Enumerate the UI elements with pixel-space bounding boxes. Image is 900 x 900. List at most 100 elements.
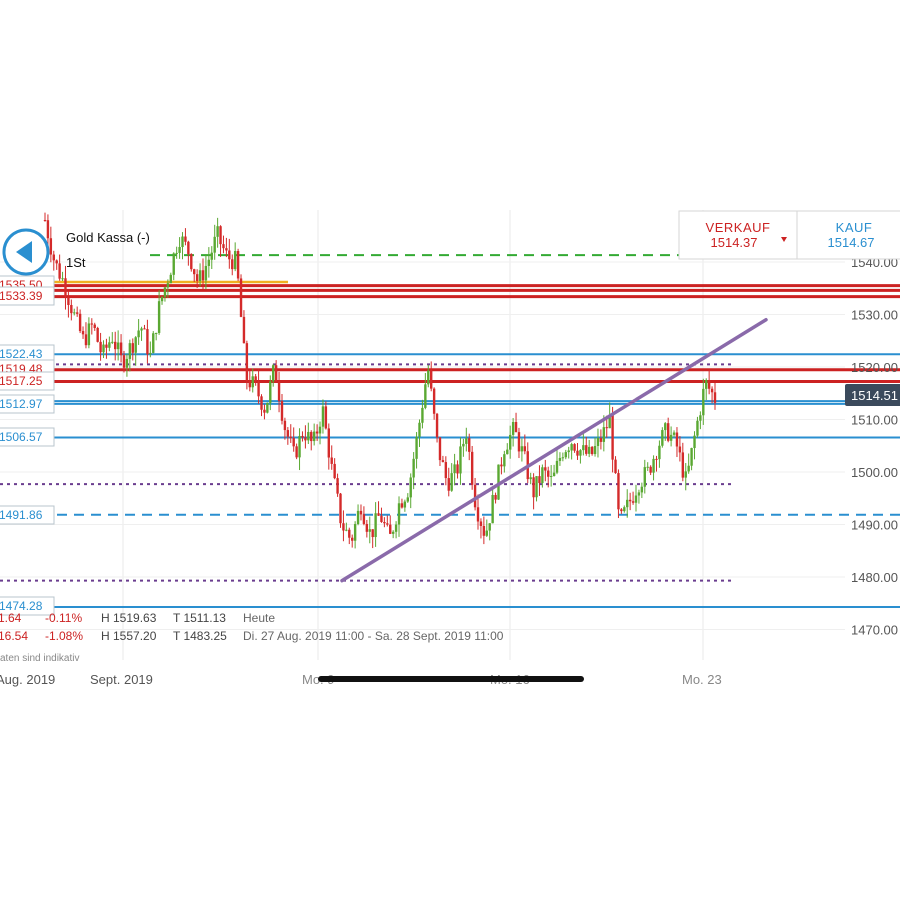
candle [661,427,663,447]
level-label: 1517.25 [0,372,54,390]
y-tick-label: 1490.00 [851,518,898,533]
candle [702,379,704,425]
candle [529,473,531,484]
candle [79,309,81,333]
candle [676,427,678,457]
candle [161,296,163,305]
buy-button[interactable]: KAUF 1514.67 [797,211,900,259]
level-label-text: 1533.39 [0,289,43,303]
level-label: 1506.57 [0,428,54,446]
candle [146,320,148,364]
candle [58,255,60,281]
candle [679,436,681,461]
candle [553,465,555,477]
candle [395,521,397,538]
candle [658,440,660,467]
candle [594,437,596,456]
candle [635,485,637,512]
period-low: T 1483.25 [173,629,227,643]
candle [641,483,643,498]
candle [290,424,292,443]
candle [682,443,684,481]
current-price-label: 1514.51 [851,388,898,403]
candle [284,418,286,440]
candle [626,489,628,518]
candle [82,326,84,338]
stats-period: 16.54 -1.08% H 1557.20 T 1483.25 Di. 27 … [0,629,504,643]
candle [389,515,391,534]
candle [647,462,649,471]
candle [494,493,496,504]
candle [462,439,464,457]
candle [483,517,485,545]
candle [515,413,517,433]
candle [331,445,333,469]
candle [518,428,520,458]
candle [430,361,432,391]
candle [190,253,192,271]
price-chart[interactable]: 1470.001480.001490.001500.001510.001520.… [0,0,900,900]
candle [655,456,657,472]
candle [137,319,139,345]
back-button[interactable] [4,230,48,274]
candle [178,237,180,259]
candle [234,242,236,271]
candle [228,239,230,269]
instrument-name: Gold Kassa (-) [66,230,150,245]
candle [623,505,625,512]
candle [64,266,66,310]
candle [319,422,321,445]
candle [140,327,142,341]
candle [181,232,183,259]
candle [690,448,692,471]
candle [211,246,213,269]
candle [535,476,537,501]
candle [404,500,406,512]
candle [240,274,242,317]
candle [456,460,458,478]
candle [565,450,567,459]
candle [562,453,564,462]
candle [94,323,96,331]
candle [155,333,157,341]
sell-label: VERKAUF [706,220,771,235]
sell-value: 1514.37 [711,235,758,250]
candle [708,370,710,395]
level-label-text: 1522.43 [0,347,43,361]
candle [424,373,426,409]
candle [714,383,716,410]
today-high: H 1519.63 [101,611,157,625]
candle [693,431,695,459]
candle [521,439,523,462]
candle [152,331,154,353]
today-change-pct: -0.11% [45,611,82,625]
candle [357,504,359,525]
candle [295,444,297,460]
disclaimer: aten sind indikativ [0,653,80,664]
candle [687,454,689,474]
candle [237,249,239,281]
candle [576,443,578,460]
candle [328,423,330,469]
trendline-segment [342,320,766,581]
chart-grid [0,210,845,660]
candle [339,493,341,528]
y-tick-label: 1470.00 [851,623,898,638]
candle [132,338,134,360]
y-tick-label: 1500.00 [851,465,898,480]
horizontal-levels [0,255,900,607]
candle [638,490,640,504]
candle [70,299,72,320]
candle [213,225,215,260]
trendline[interactable] [342,320,766,581]
candle [465,428,467,452]
sell-button[interactable]: VERKAUF 1514.37 [679,211,797,259]
candle [333,458,335,479]
candle [573,443,575,453]
candle [243,310,245,343]
candle [44,213,46,222]
candle [47,214,49,244]
buy-label: KAUF [836,220,873,235]
candle [570,443,572,460]
candle [649,465,651,475]
